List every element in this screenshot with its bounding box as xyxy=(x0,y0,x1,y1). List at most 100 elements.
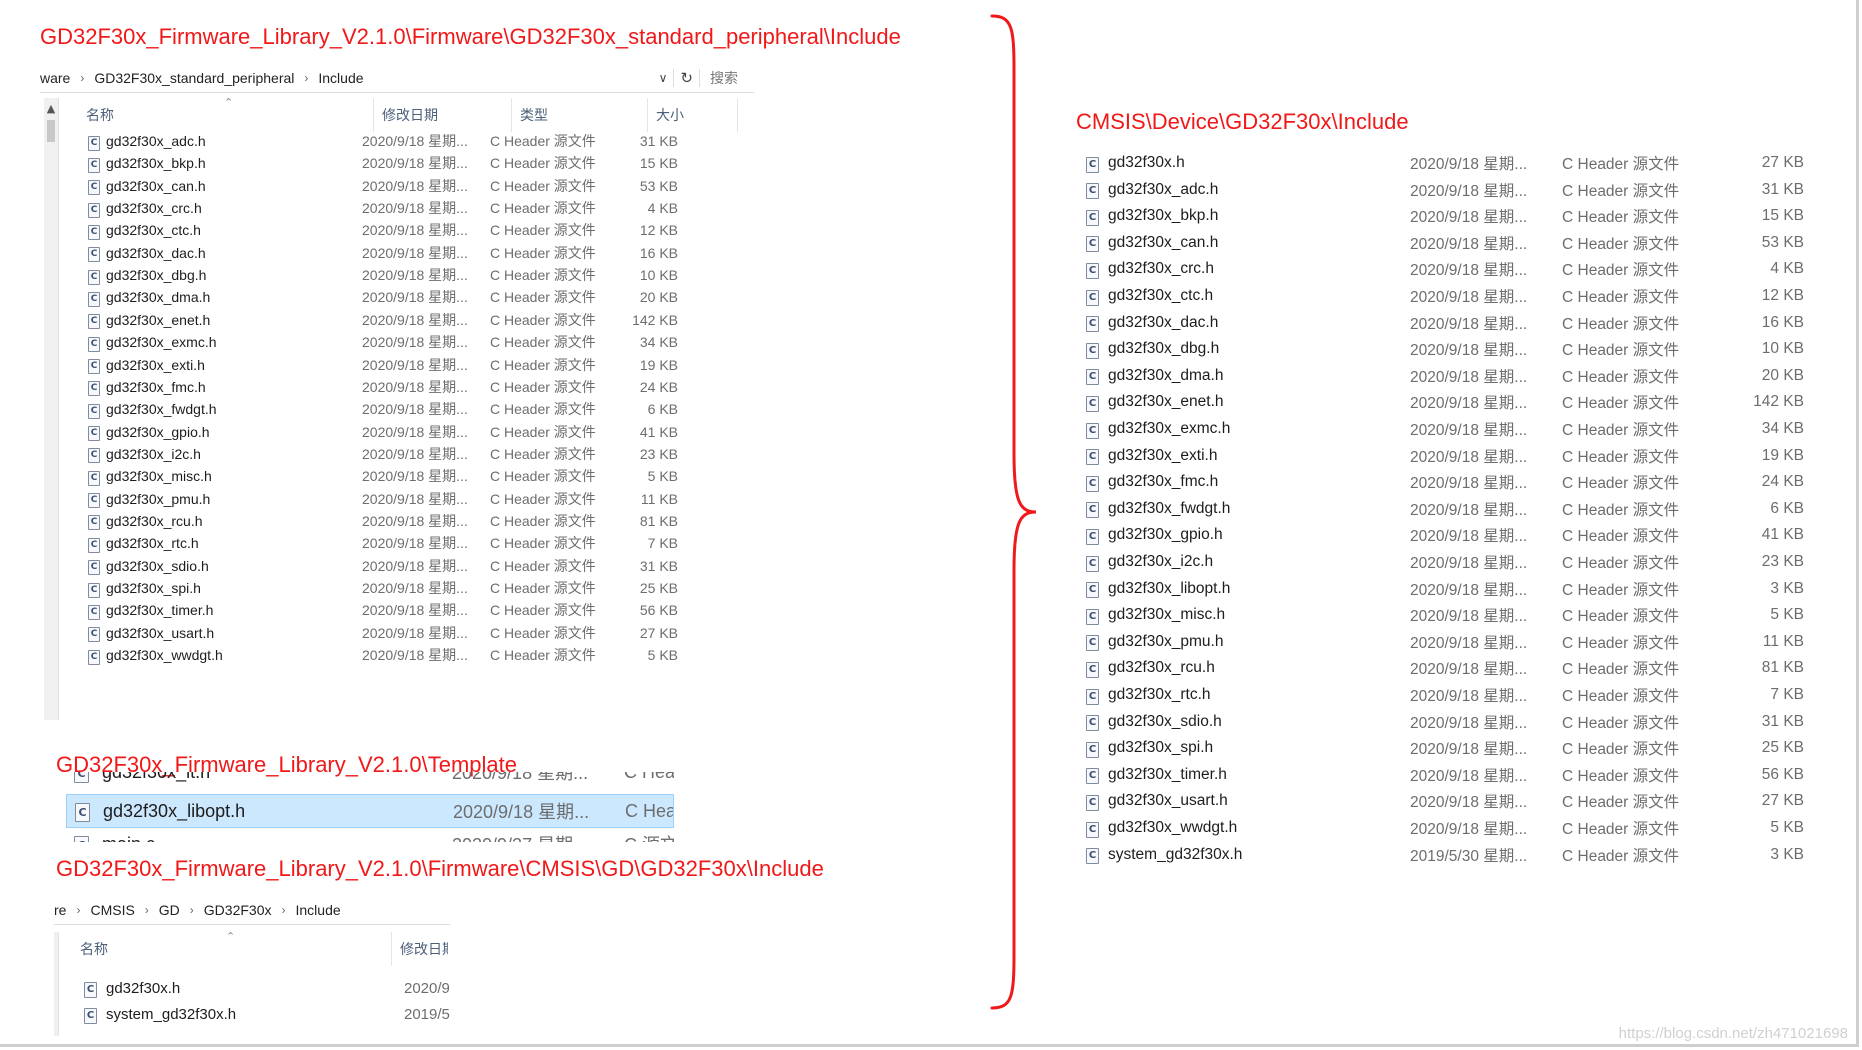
file-row[interactable]: Cgd32f30x_spi.h 2020/9/18 星期... C Header 源… xyxy=(1086,736,1804,760)
file-row[interactable]: Cgd32f30x_fwdgt.h 2020/9/18 星期... C Header… xyxy=(88,398,678,420)
file-row[interactable]: Cgd32f30x_rcu.h 2020/9/18 星期... C Header 源… xyxy=(88,510,678,532)
file-icon-cell: C xyxy=(1086,765,1108,785)
file-row[interactable]: Cgd32f30x_misc.h 2020/9/18 星期... C Header … xyxy=(1086,603,1804,627)
breadcrumb-item[interactable]: Include xyxy=(318,70,363,86)
column-header-date[interactable]: 修改日期 xyxy=(374,98,512,132)
file-row[interactable]: Cgd32f30x_wwdgt.h 2020/9/18 星期... C Header… xyxy=(88,644,678,666)
file-name: gd32f30x_dma.h xyxy=(106,289,211,306)
std-periph-address-bar[interactable]: ware › GD32F30x_standard_peripheral › In… xyxy=(40,64,754,93)
file-row[interactable]: Cgd32f30x_misc.h 2020/9/18 星期... C Header … xyxy=(88,465,678,487)
partial-file-row[interactable]: Cmain.c2020/9/27 星期...C 源文 xyxy=(66,832,674,842)
file-row[interactable]: Cgd32f30x_spi.h 2020/9/18 星期... C Header 源… xyxy=(88,577,678,599)
chevron-down-icon[interactable]: ∨ xyxy=(653,71,674,85)
file-row[interactable]: Cgd32f30x_adc.h 2020/9/18 星期... C Header 源… xyxy=(1086,178,1804,202)
breadcrumb-item[interactable]: Include xyxy=(296,902,341,918)
file-row[interactable]: Cgd32f30x_pmu.h 2020/9/18 星期... C Header 源… xyxy=(88,488,678,510)
file-row[interactable]: Cgd32f30x_dma.h 2020/9/18 星期... C Header 源… xyxy=(1086,364,1804,388)
selected-file-row[interactable]: Cgd32f30x_libopt.h 2020/9/18 星期... C Hea xyxy=(66,794,674,828)
file-row[interactable]: Cgd32f30x_enet.h 2020/9/18 星期... C Header … xyxy=(1086,390,1804,414)
vertical-scrollbar[interactable]: ▲ xyxy=(44,98,59,720)
column-header-type[interactable]: 类型 xyxy=(512,98,648,132)
file-type: C Header 源文件 xyxy=(490,177,596,194)
file-row[interactable]: Cgd32f30x_can.h 2020/9/18 星期... C Header 源… xyxy=(1086,231,1804,255)
breadcrumb-item[interactable]: CMSIS xyxy=(90,902,134,918)
file-row[interactable]: Cgd32f30x_fwdgt.h 2020/9/18 星期... C Header… xyxy=(1086,497,1804,521)
file-size: 81 KB xyxy=(1761,659,1804,677)
file-row[interactable]: Cgd32f30x_libopt.h 2020/9/18 星期... C Heade… xyxy=(1086,577,1804,601)
file-row[interactable]: Cgd32f30x_bkp.h 2020/9/18 星期... C Header 源… xyxy=(1086,204,1804,228)
file-name: gd32f30x_i2c.h xyxy=(106,445,201,462)
column-header-name[interactable]: ⌃ 名称 xyxy=(72,931,392,966)
file-row[interactable]: Cgd32f30x.h 2020/9/18 星期... C Header 源文件 27… xyxy=(1086,151,1804,175)
file-date: 2020/9/18 星期... xyxy=(362,356,468,373)
file-row[interactable]: Cgd32f30x_dac.h 2020/9/18 星期... C Header 源… xyxy=(88,242,678,264)
file-type: C Header 源文件 xyxy=(490,624,596,641)
file-row[interactable]: Cgd32f30x_rcu.h 2020/9/18 星期... C Header 源… xyxy=(1086,656,1804,680)
file-row[interactable]: Cgd32f30x_exti.h 2020/9/18 星期... C Header … xyxy=(88,354,678,376)
file-row[interactable]: Cgd32f30x_dma.h 2020/9/18 星期... C Header 源… xyxy=(88,286,678,308)
column-header-size[interactable]: 大小 xyxy=(648,98,738,132)
file-row[interactable]: Cgd32f30x_dbg.h 2020/9/18 星期... C Header 源… xyxy=(1086,337,1804,361)
file-name: gd32f30x_fwdgt.h xyxy=(106,401,217,418)
c-header-file-icon: C xyxy=(88,515,100,531)
file-row[interactable]: Cgd32f30x_can.h 2020/9/18 星期... C Header 源… xyxy=(88,175,678,197)
file-row[interactable]: Cgd32f30x_fmc.h 2020/9/18 星期... C Header 源… xyxy=(1086,470,1804,494)
partial-file-row[interactable]: Cgd32f30x_it.h2020/9/18 星期... C Hea xyxy=(66,772,674,790)
search-input[interactable]: 搜索 xyxy=(700,68,754,88)
file-row[interactable]: Cgd32f30x.h 2020/9 xyxy=(84,976,456,1000)
file-name: main.c xyxy=(102,834,452,843)
file-row[interactable]: Cgd32f30x_gpio.h 2020/9/18 星期... C Header … xyxy=(88,421,678,443)
file-row[interactable]: Cgd32f30x_i2c.h 2020/9/18 星期... C Header 源… xyxy=(1086,550,1804,574)
file-row[interactable]: Cgd32f30x_exmc.h 2020/9/18 星期... C Header … xyxy=(1086,417,1804,441)
file-row[interactable]: Cgd32f30x_crc.h 2020/9/18 星期... C Header 源… xyxy=(1086,257,1804,281)
file-type: C Header 源文件 xyxy=(490,133,596,149)
breadcrumb-item[interactable]: GD32F30x xyxy=(204,902,272,918)
file-row[interactable]: Cgd32f30x_usart.h 2020/9/18 星期... C Header… xyxy=(1086,789,1804,813)
file-row[interactable]: Cgd32f30x_ctc.h 2020/9/18 星期... C Header 源… xyxy=(88,219,678,241)
cmsis-address-bar[interactable]: re › CMSIS › GD › GD32F30x › Include xyxy=(54,896,450,925)
file-row[interactable]: Cgd32f30x_bkp.h 2020/9/18 星期... C Header 源… xyxy=(88,152,678,174)
file-row[interactable]: Cgd32f30x_crc.h 2020/9/18 星期... C Header 源… xyxy=(88,197,678,219)
vertical-scrollbar[interactable] xyxy=(54,932,59,1036)
file-row-content: Cgd32f30x_it.h2020/9/18 星期... C Hea xyxy=(74,772,674,788)
file-row[interactable]: Cgd32f30x_i2c.h 2020/9/18 星期... C Header 源… xyxy=(88,443,678,465)
file-row[interactable]: Cgd32f30x_ctc.h 2020/9/18 星期... C Header 源… xyxy=(1086,284,1804,308)
file-icon-cell: C xyxy=(88,355,106,374)
file-row[interactable]: Cgd32f30x_adc.h 2020/9/18 星期... C Header 源… xyxy=(88,130,678,152)
file-date: 2020/9/18 星期... xyxy=(1410,262,1528,280)
file-row[interactable]: Cgd32f30x_sdio.h 2020/9/18 星期... C Header … xyxy=(88,555,678,577)
file-row[interactable]: Cgd32f30x_sdio.h 2020/9/18 星期... C Header … xyxy=(1086,710,1804,734)
file-date: 2020/9/27 星期... xyxy=(452,832,624,842)
file-row[interactable]: Cgd32f30x_gpio.h 2020/9/18 星期... C Header … xyxy=(1086,523,1804,547)
breadcrumb-item[interactable]: re xyxy=(54,902,66,918)
column-header-name[interactable]: ⌃ 名称 xyxy=(78,97,374,132)
file-name: gd32f30x_usart.h xyxy=(106,624,215,641)
file-row[interactable]: Cgd32f30x_enet.h 2020/9/18 星期... C Header … xyxy=(88,309,678,331)
file-row[interactable]: Cgd32f30x_pmu.h 2020/9/18 星期... C Header 源… xyxy=(1086,630,1804,654)
file-row[interactable]: Cgd32f30x_wwdgt.h 2020/9/18 星期... C Header… xyxy=(1086,816,1804,840)
file-date: 2020/9/18 星期... xyxy=(1410,475,1528,493)
file-row[interactable]: Cgd32f30x_timer.h 2020/9/18 星期... C Header… xyxy=(1086,763,1804,787)
file-row[interactable]: Cgd32f30x_usart.h 2020/9/18 星期... C Header… xyxy=(88,622,678,644)
file-type: C Header 源文件 xyxy=(1562,501,1680,519)
file-row[interactable]: Cgd32f30x_fmc.h 2020/9/18 星期... C Header 源… xyxy=(88,376,678,398)
file-row[interactable]: Cgd32f30x_dac.h 2020/9/18 星期... C Header 源… xyxy=(1086,311,1804,335)
file-type: C Header 源文件 xyxy=(490,423,596,440)
file-row[interactable]: Cgd32f30x_exti.h 2020/9/18 星期... C Header … xyxy=(1086,444,1804,468)
column-header-date[interactable]: 修改日期 xyxy=(392,932,448,966)
breadcrumb-item[interactable]: GD32F30x_standard_peripheral xyxy=(94,70,294,86)
breadcrumb-item[interactable]: GD xyxy=(159,902,180,918)
file-row[interactable]: Csystem_gd32f30x.h 2019/5 xyxy=(84,1002,456,1026)
chevron-up-icon[interactable]: ▲ xyxy=(44,102,58,115)
breadcrumb-item[interactable]: ware xyxy=(40,70,70,86)
file-date: 2020/9/18 星期... xyxy=(1410,182,1528,200)
file-row[interactable]: Cgd32f30x_exmc.h 2020/9/18 星期... C Header … xyxy=(88,331,678,353)
file-row[interactable]: Cgd32f30x_rtc.h 2020/9/18 星期... C Header 源… xyxy=(1086,683,1804,707)
file-row[interactable]: Cgd32f30x_dbg.h 2020/9/18 星期... C Header 源… xyxy=(88,264,678,286)
file-row[interactable]: Cgd32f30x_timer.h 2020/9/18 星期... C Header… xyxy=(88,599,678,621)
file-row[interactable]: Csystem_gd32f30x.h 2019/5/30 星期... C Heade… xyxy=(1086,843,1804,867)
refresh-icon[interactable]: ↻ xyxy=(673,69,700,87)
file-type: C Header 源文件 xyxy=(1562,741,1680,759)
file-row[interactable]: Cgd32f30x_rtc.h 2020/9/18 星期... C Header 源… xyxy=(88,532,678,554)
scrollbar-thumb[interactable] xyxy=(47,120,55,142)
